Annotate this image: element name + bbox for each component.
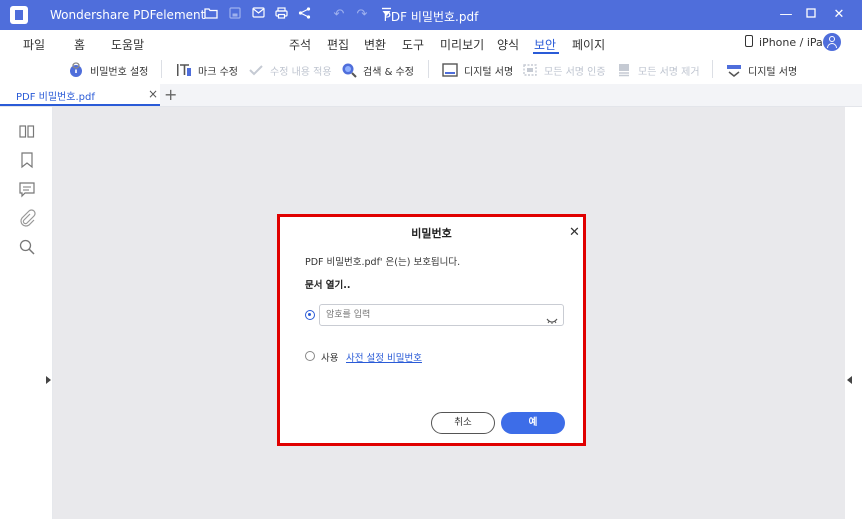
active-menu-indicator [533, 52, 559, 54]
sign-pen-icon [726, 62, 742, 78]
new-tab-icon[interactable]: + [164, 85, 177, 104]
open-folder-icon[interactable] [203, 7, 219, 23]
print-icon[interactable] [273, 7, 289, 23]
digital-signature-button[interactable]: 디지털 서명 [442, 62, 513, 78]
mail-icon[interactable] [250, 7, 266, 23]
quick-access-dropdown-icon[interactable] [378, 7, 394, 23]
lock-icon [68, 62, 84, 78]
remove-all-signatures-button[interactable]: 모든 서명 제거 [616, 62, 700, 78]
search-icon [341, 62, 357, 78]
menu-form[interactable]: 양식 [497, 36, 519, 53]
password-settings-button[interactable]: 비밀번호 설정 [68, 62, 148, 78]
toolbar-separator [712, 60, 713, 78]
expand-right-panel-icon[interactable] [847, 376, 852, 384]
menu-help[interactable]: 도움말 [111, 36, 144, 53]
maximize-button[interactable] [801, 6, 821, 24]
menu-bar: 파일 홈 도움말 주석 편집 변환 도구 미리보기 양식 보안 페이지 [0, 30, 862, 56]
verify-signature-icon [522, 62, 538, 78]
dialog-close-icon[interactable]: ✕ [569, 225, 580, 240]
close-window-button[interactable]: ✕ [829, 6, 849, 24]
phone-icon [745, 35, 753, 47]
document-tab-bar: PDF 비밀번호.pdf × + [0, 84, 862, 107]
menu-tools[interactable]: 도구 [402, 36, 424, 53]
show-password-eye-icon[interactable] [546, 310, 558, 324]
password-dialog: 비밀번호 ✕ PDF 비밀번호.pdf' 은(는) 보호됩니다. 문서 열기..… [277, 214, 586, 446]
document-tab-label: PDF 비밀번호.pdf [16, 92, 95, 103]
device-label: iPhone / iPad [759, 36, 830, 49]
preset-password-radio[interactable] [305, 351, 315, 361]
cancel-button[interactable]: 취소 [431, 412, 495, 434]
bookmark-icon[interactable] [18, 151, 36, 169]
title-bar: Wondershare PDFelement ↶ ↷ PDF 비밀번호.pdf … [0, 0, 862, 30]
attachment-icon[interactable] [18, 209, 36, 227]
toolbar-separator [161, 60, 162, 78]
verify-all-signatures-button[interactable]: 모든 서명 인증 [522, 62, 606, 78]
verify-all-label: 모든 서명 인증 [544, 66, 606, 78]
thumbnails-icon[interactable] [18, 123, 36, 141]
redact-mark-icon [176, 62, 192, 78]
check-icon [248, 62, 264, 78]
enter-password-radio[interactable] [305, 310, 315, 320]
menu-comment[interactable]: 주석 [289, 36, 311, 53]
remove-signature-icon [616, 62, 632, 78]
device-button[interactable]: iPhone / iPad [745, 35, 830, 49]
use-label: 사용 [321, 353, 339, 364]
left-sidebar [0, 107, 53, 519]
undo-icon[interactable]: ↶ [331, 7, 347, 23]
password-settings-label: 비밀번호 설정 [90, 66, 149, 78]
search-edit-button[interactable]: 검색 & 수정 [341, 62, 414, 78]
app-logo-icon [10, 6, 28, 24]
expand-left-panel-icon[interactable] [46, 376, 51, 384]
digital-sign-label: 디지털 서명 [748, 66, 798, 78]
share-icon[interactable] [296, 7, 312, 23]
menu-file[interactable]: 파일 [23, 36, 45, 53]
remove-all-label: 모든 서명 제거 [638, 66, 700, 78]
dialog-title: 비밀번호 [411, 227, 452, 240]
search-edit-label: 검색 & 수정 [363, 66, 414, 78]
menu-edit[interactable]: 편집 [327, 36, 349, 53]
apply-edit-label: 수정 내용 적용 [270, 66, 332, 78]
user-avatar-icon[interactable] [823, 33, 841, 51]
ok-button[interactable]: 예 [501, 412, 565, 434]
search-icon[interactable] [18, 238, 36, 256]
mark-edit-button[interactable]: 마크 수정 [176, 62, 238, 78]
dialog-subtitle: 문서 열기.. [305, 280, 351, 291]
right-panel-strip [845, 107, 862, 519]
menu-preview[interactable]: 미리보기 [440, 36, 484, 53]
minimize-button[interactable]: — [776, 6, 796, 24]
document-tab[interactable]: PDF 비밀번호.pdf × [0, 84, 160, 106]
digital-sign-button[interactable]: 디지털 서명 [726, 62, 797, 78]
password-input[interactable] [319, 304, 564, 326]
signature-box-icon [442, 62, 458, 78]
app-name: Wondershare PDFelement [50, 8, 206, 22]
dialog-message: PDF 비밀번호.pdf' 은(는) 보호됩니다. [305, 257, 461, 268]
mark-edit-label: 마크 수정 [198, 66, 238, 78]
redo-icon[interactable]: ↷ [354, 7, 370, 23]
toolbar-separator [428, 60, 429, 78]
preset-password-link[interactable]: 사전 설정 비밀번호 [346, 350, 422, 364]
security-toolbar: 비밀번호 설정 마크 수정 수정 내용 적용 검색 & 수정 디지털 서명 모든… [0, 56, 862, 84]
menu-security[interactable]: 보안 [534, 36, 556, 53]
menu-convert[interactable]: 변환 [364, 36, 386, 53]
close-tab-icon[interactable]: × [148, 87, 158, 101]
menu-page[interactable]: 페이지 [572, 36, 605, 53]
menu-home[interactable]: 홈 [74, 36, 85, 53]
digital-signature-label: 디지털 서명 [464, 66, 514, 78]
apply-edit-button[interactable]: 수정 내용 적용 [248, 62, 332, 78]
save-icon[interactable] [227, 7, 243, 23]
comment-icon[interactable] [18, 180, 36, 198]
